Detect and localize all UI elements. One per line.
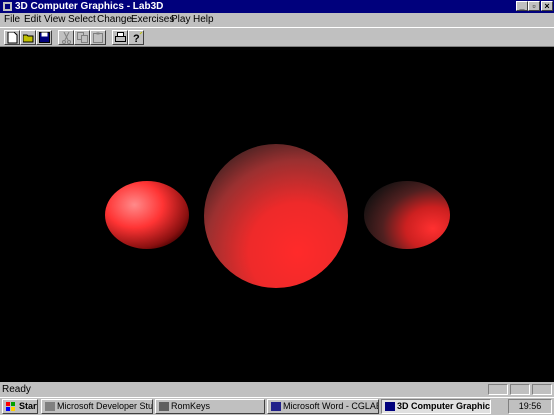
menu-select[interactable]: Select bbox=[68, 13, 96, 26]
close-button[interactable]: × bbox=[541, 1, 553, 11]
status-bar: Ready bbox=[0, 382, 554, 397]
status-pane bbox=[488, 384, 508, 395]
help-icon[interactable]: ? bbox=[128, 30, 144, 45]
render-viewport[interactable] bbox=[0, 47, 554, 382]
app-icon[interactable] bbox=[3, 2, 12, 11]
minimize-button[interactable]: _ bbox=[516, 1, 528, 11]
right-sphere bbox=[364, 181, 450, 249]
window-title: 3D Computer Graphics - Lab3D bbox=[15, 1, 164, 12]
taskbar: Start Microsoft Developer Studi... RomKe… bbox=[0, 397, 554, 415]
title-bar: 3D Computer Graphics - Lab3D _ ▫ × bbox=[0, 0, 554, 13]
cut-icon[interactable] bbox=[58, 30, 74, 45]
menu-help[interactable]: Help bbox=[193, 13, 214, 26]
menu-bar: File Edit View Select Change Exercises P… bbox=[0, 13, 554, 26]
save-icon[interactable] bbox=[36, 30, 52, 45]
menu-exercises[interactable]: Exercises bbox=[131, 13, 174, 26]
word-icon bbox=[271, 402, 281, 411]
menu-view[interactable]: View bbox=[44, 13, 66, 26]
svg-text:?: ? bbox=[133, 33, 140, 44]
new-icon[interactable] bbox=[4, 30, 20, 45]
menu-change[interactable]: Change bbox=[97, 13, 132, 26]
taskbar-item-devstudio[interactable]: Microsoft Developer Studi... bbox=[41, 399, 153, 414]
start-label: Start bbox=[19, 401, 38, 411]
taskbar-item-romkeys[interactable]: RomKeys bbox=[155, 399, 265, 414]
status-pane bbox=[532, 384, 552, 395]
start-button[interactable]: Start bbox=[2, 399, 38, 414]
toolbar: ? bbox=[0, 27, 554, 47]
system-clock[interactable]: 19:56 bbox=[508, 399, 552, 414]
paste-icon[interactable] bbox=[90, 30, 106, 45]
keyboard-icon bbox=[159, 402, 169, 411]
center-sphere bbox=[204, 144, 348, 288]
print-icon[interactable] bbox=[112, 30, 128, 45]
windows-logo-icon bbox=[6, 402, 16, 411]
lab3d-icon bbox=[385, 402, 395, 411]
maximize-button[interactable]: ▫ bbox=[528, 1, 540, 11]
menu-play[interactable]: Play bbox=[171, 13, 190, 26]
copy-icon[interactable] bbox=[74, 30, 90, 45]
menu-edit[interactable]: Edit bbox=[24, 13, 41, 26]
menu-file[interactable]: File bbox=[4, 13, 20, 26]
status-text: Ready bbox=[2, 384, 31, 395]
status-pane bbox=[510, 384, 530, 395]
taskbar-item-word[interactable]: Microsoft Word - CGLAB5.... bbox=[267, 399, 379, 414]
taskbar-item-lab3d[interactable]: 3D Computer Graphic... bbox=[381, 399, 491, 414]
left-sphere bbox=[105, 181, 189, 249]
open-icon[interactable] bbox=[20, 30, 36, 45]
devstudio-icon bbox=[45, 402, 55, 411]
